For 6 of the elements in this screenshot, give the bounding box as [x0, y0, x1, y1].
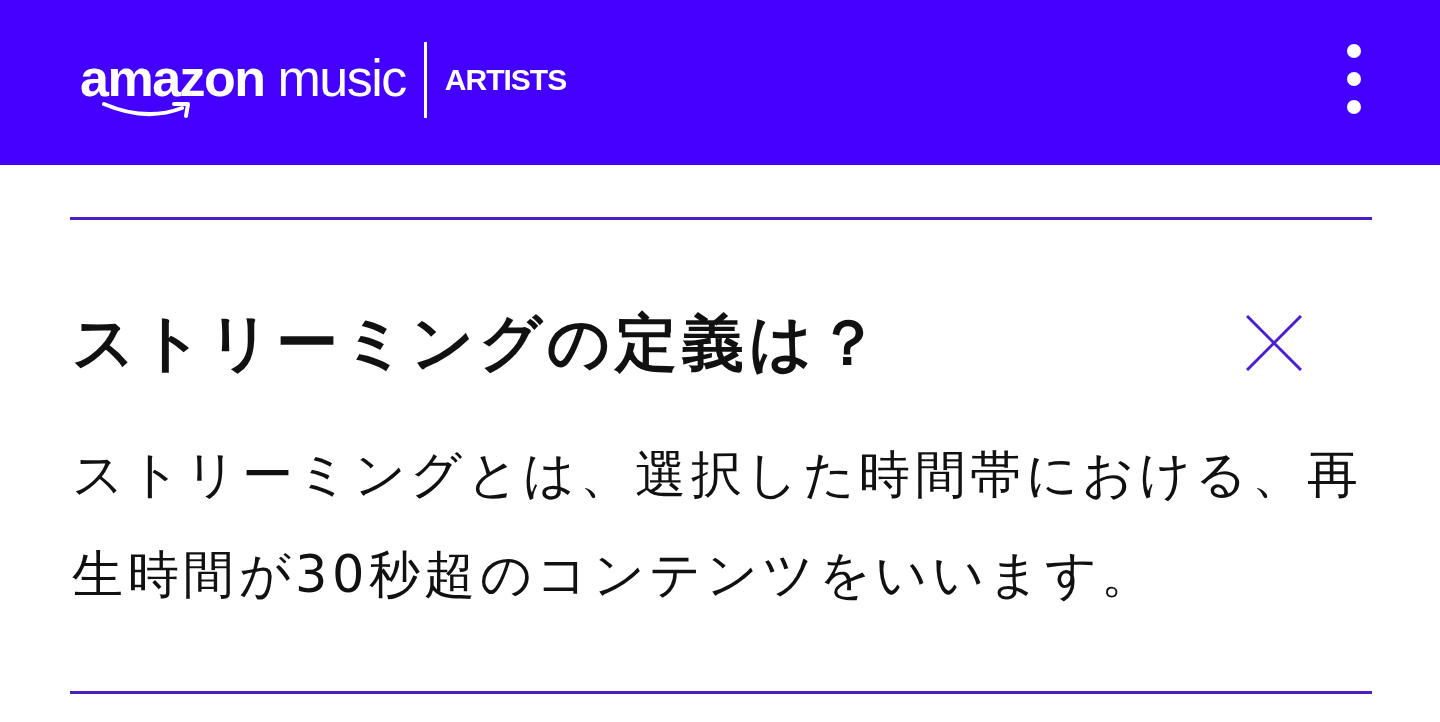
- logo-section-label: ARTISTS: [444, 62, 567, 97]
- close-icon[interactable]: [1246, 315, 1302, 371]
- faq-question[interactable]: ストリーミングの定義は？: [72, 307, 884, 379]
- kebab-menu-icon[interactable]: [1346, 42, 1362, 115]
- logo-wordmark: amazon music: [80, 51, 406, 104]
- faq-answer: ストリーミングとは、選択した時間帯における、再生時間が30秒超のコンテンツをいいます。: [72, 444, 1364, 606]
